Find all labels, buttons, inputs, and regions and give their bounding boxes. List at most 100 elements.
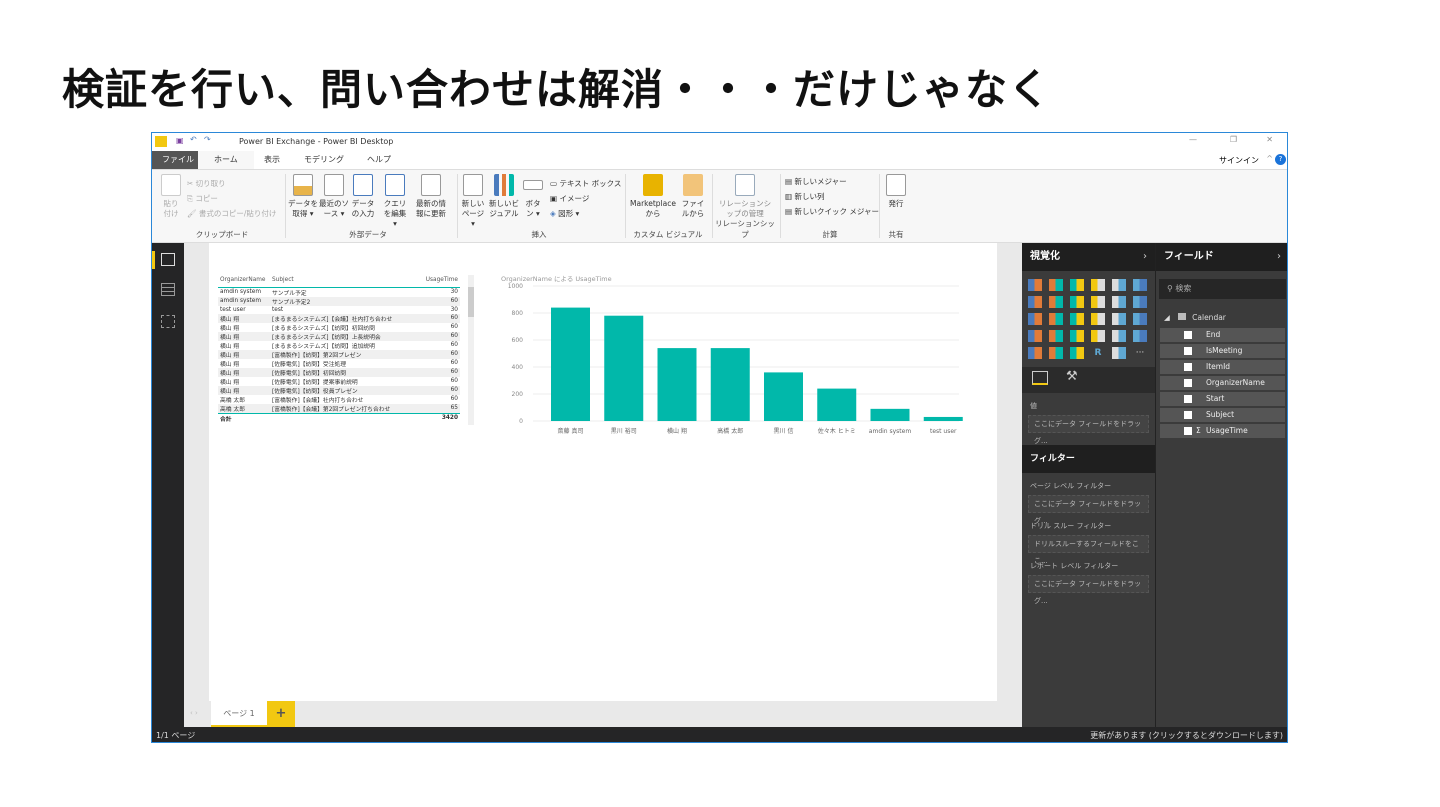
map-visual-icon[interactable]	[1133, 313, 1147, 325]
ribbon-visual-icon[interactable]	[1133, 296, 1147, 308]
filled-map-visual-icon[interactable]	[1028, 330, 1042, 342]
publish-button[interactable]: 発行	[883, 174, 909, 209]
save-icon[interactable]: ▣	[176, 136, 184, 145]
table-visual-icon[interactable]	[1049, 347, 1063, 359]
area-visual-icon[interactable]	[1049, 296, 1063, 308]
field-item[interactable]: End	[1160, 328, 1285, 342]
checkbox[interactable]	[1184, 331, 1192, 339]
table-row[interactable]: 横山 翔 [まるまるシステムズ]【訪問】初回訪問 60	[218, 323, 460, 332]
copy-button[interactable]: ⎘ コピー	[187, 191, 276, 206]
column-header[interactable]: Subject	[270, 273, 400, 287]
table-row[interactable]: 横山 翔 [まるまるシステムズ]【会議】社内打ち合わせ 60	[218, 313, 460, 323]
manage-relationships-button[interactable]: リレーションシップの管理	[717, 174, 773, 219]
field-item[interactable]: ItemId	[1160, 360, 1285, 374]
from-file-button[interactable]: ファイルから	[680, 174, 706, 219]
tab-view[interactable]: 表示	[254, 151, 290, 169]
table-row[interactable]: test user test 30	[218, 306, 460, 314]
table-row[interactable]: amdin system サンプル予定2 60	[218, 296, 460, 306]
slicer-visual-icon[interactable]	[1028, 347, 1042, 359]
tab-modeling[interactable]: モデリング	[294, 151, 354, 169]
undo-icon[interactable]: ↶	[190, 135, 197, 144]
table-row[interactable]: 横山 翔 [まるまるシステムズ]【訪問】追加説明 60	[218, 341, 460, 350]
bar[interactable]	[710, 348, 750, 421]
table-calendar[interactable]: ◢ Calendar	[1156, 307, 1287, 326]
bar[interactable]	[551, 307, 590, 421]
clustered-column-visual-icon[interactable]	[1091, 279, 1105, 291]
field-item[interactable]: Start	[1160, 392, 1285, 406]
refresh-button[interactable]: 最新の情報に更新	[414, 174, 448, 219]
add-page-button[interactable]: +	[267, 701, 295, 727]
table-row[interactable]: 横山 翔 [佐藤電気]【訪問】役員プレゼン 60	[218, 385, 460, 395]
checkbox[interactable]	[1184, 395, 1192, 403]
format-paint-roller-icon[interactable]: ⚒	[1066, 369, 1078, 384]
table-visual[interactable]: OrganizerName Subject UsageTime amdin sy…	[218, 273, 474, 425]
donut-visual-icon[interactable]	[1091, 313, 1105, 325]
stacked-column-visual-icon[interactable]	[1049, 279, 1063, 291]
page-filter-drop-zone[interactable]: ここにデータ フィールドをドラッグ...	[1028, 495, 1149, 525]
values-drop-zone[interactable]: ここにデータ フィールドをドラッグ...	[1028, 415, 1149, 445]
checkbox[interactable]	[1184, 411, 1192, 419]
new-visual-button[interactable]: 新しいビジュアル	[489, 174, 519, 219]
100-bar-visual-icon[interactable]	[1112, 279, 1126, 291]
bar-chart-visual[interactable]: OrganizerName による UsageTime 0 200 400 600 80…	[489, 271, 969, 451]
table-row[interactable]: 横山 翔 [まるまるシステムズ]【訪問】上長説明会 60	[218, 331, 460, 341]
line-column-visual-icon[interactable]	[1091, 296, 1105, 308]
table-row[interactable]: 高橋 太郎 [富橋製作]【会議】社内打ち合わせ 60	[218, 395, 460, 404]
field-item[interactable]: Subject	[1160, 408, 1285, 422]
bar[interactable]	[604, 315, 644, 421]
gauge-visual-icon[interactable]	[1070, 330, 1084, 342]
collapse-ribbon-button[interactable]: ^	[1266, 154, 1273, 163]
field-item[interactable]: IsMeeting	[1160, 344, 1285, 358]
help-button[interactable]: ?	[1275, 154, 1286, 165]
report-filter-drop-zone[interactable]: ここにデータ フィールドをドラッグ...	[1028, 575, 1149, 605]
bar[interactable]	[817, 388, 857, 421]
recent-sources-button[interactable]: 最近のソース ▾	[319, 174, 349, 219]
report-view-icon[interactable]	[161, 253, 175, 266]
column-header[interactable]: UsageTime	[400, 273, 460, 287]
enter-data-button[interactable]: データの入力	[350, 174, 376, 219]
scatter-visual-icon[interactable]	[1049, 313, 1063, 325]
redo-icon[interactable]: ↷	[204, 135, 211, 144]
close-button[interactable]: ✕	[1266, 135, 1273, 144]
table-scrollbar[interactable]	[468, 275, 474, 425]
stacked-bar-visual-icon[interactable]	[1028, 279, 1042, 291]
table-row[interactable]: 横山 翔 [佐藤電気]【訪問】提案事前説明 60	[218, 377, 460, 386]
tab-help[interactable]: ヘルプ	[357, 151, 401, 169]
table-row[interactable]: amdin system サンプル予定 30	[218, 287, 460, 297]
bar[interactable]	[870, 408, 910, 421]
card-visual-icon[interactable]	[1091, 330, 1105, 342]
new-quick-measure-button[interactable]: ▤ 新しいクイック メジャー	[785, 204, 879, 219]
column-header[interactable]: OrganizerName	[218, 273, 270, 287]
page-nav-arrows[interactable]: ‹ ›	[190, 709, 198, 717]
minimize-button[interactable]: —	[1189, 135, 1197, 144]
field-item[interactable]: Σ UsageTime	[1160, 424, 1285, 438]
kpi-visual-icon[interactable]	[1133, 330, 1147, 342]
fields-well-icon[interactable]	[1032, 371, 1048, 385]
stacked-area-visual-icon[interactable]	[1070, 296, 1084, 308]
table-row[interactable]: 横山 翔 [佐藤電気]【訪問】初回訪問 60	[218, 367, 460, 377]
more-visual-icon[interactable]: ···	[1133, 347, 1147, 359]
get-data-button[interactable]: データを取得 ▾	[288, 174, 318, 219]
checkbox[interactable]	[1184, 363, 1192, 371]
marketplace-button[interactable]: Marketplaceから	[628, 174, 678, 219]
drill-filter-drop-zone[interactable]: ドリルスルーするフィールドをここ...	[1028, 535, 1149, 565]
multirow-card-visual-icon[interactable]	[1112, 330, 1126, 342]
tab-page-1[interactable]: ページ 1	[211, 701, 267, 727]
100-column-visual-icon[interactable]	[1133, 279, 1147, 291]
matrix-visual-icon[interactable]	[1070, 347, 1084, 359]
textbox-button[interactable]: ▭ テキスト ボックス	[550, 176, 621, 191]
field-item[interactable]: OrganizerName	[1160, 376, 1285, 390]
pie-visual-icon[interactable]	[1070, 313, 1084, 325]
edit-queries-button[interactable]: クエリを編集 ▾	[381, 174, 409, 229]
table-row[interactable]: 高橋 太郎 [富橋製作]【会議】第2回プレゼン打ち合わせ 65	[218, 403, 460, 414]
new-measure-button[interactable]: ▤ 新しいメジャー	[785, 174, 879, 189]
checkbox[interactable]	[1184, 379, 1192, 387]
checkbox[interactable]	[1184, 347, 1192, 355]
paste-button[interactable]: 貼り付け	[160, 174, 182, 219]
update-notice[interactable]: 更新があります (クリックするとダウンロードします)	[1090, 727, 1283, 742]
bar[interactable]	[923, 416, 963, 421]
chevron-right-icon[interactable]: ›	[1277, 243, 1281, 271]
table-row[interactable]: 横山 翔 [佐藤電気]【訪問】受注処理 60	[218, 359, 460, 368]
funnel-visual-icon[interactable]	[1049, 330, 1063, 342]
waterfall-visual-icon[interactable]	[1028, 313, 1042, 325]
